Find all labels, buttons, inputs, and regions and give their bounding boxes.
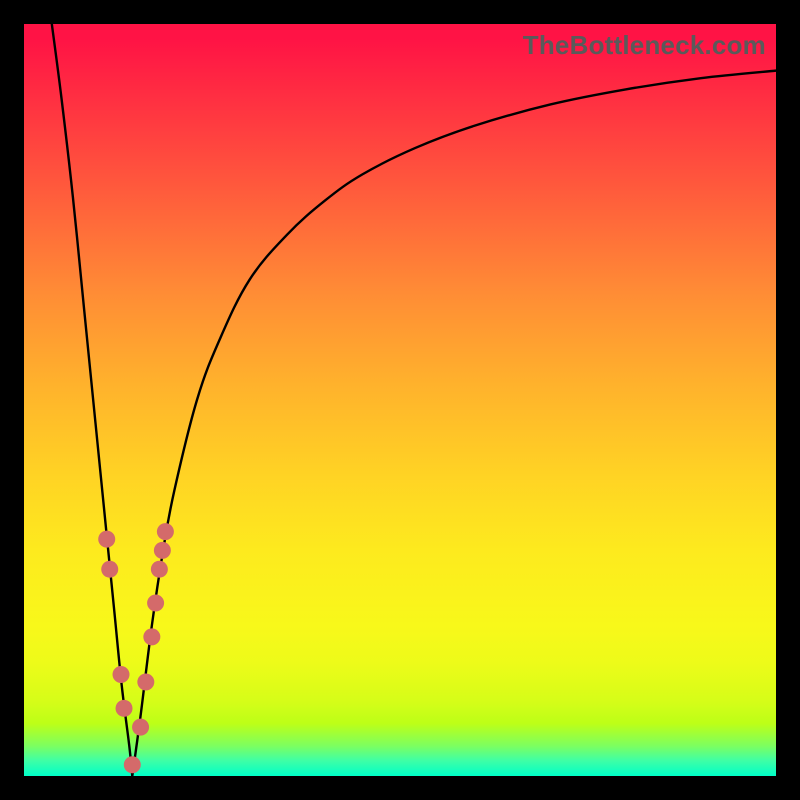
plot-area: TheBottleneck.com xyxy=(24,24,776,776)
data-marker xyxy=(147,595,164,612)
data-marker xyxy=(124,756,141,773)
curve-left-branch xyxy=(52,24,132,776)
data-marker xyxy=(113,666,130,683)
data-marker xyxy=(132,719,149,736)
data-marker xyxy=(101,561,118,578)
data-marker xyxy=(154,542,171,559)
data-marker xyxy=(116,700,133,717)
data-marker xyxy=(151,561,168,578)
curve-right-branch xyxy=(132,71,776,776)
data-marker xyxy=(157,523,174,540)
chart-root: TheBottleneck.com xyxy=(0,0,800,800)
data-marker xyxy=(98,531,115,548)
data-marker xyxy=(137,674,154,691)
data-marker xyxy=(143,628,160,645)
curve-layer xyxy=(24,24,776,776)
